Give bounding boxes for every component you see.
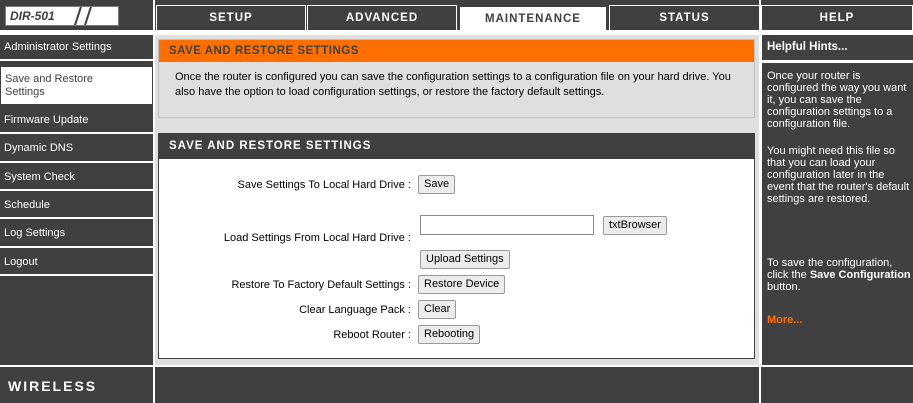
sidebar-item-log-settings[interactable]: Log Settings xyxy=(0,221,153,248)
clear-button[interactable]: Clear xyxy=(418,300,457,319)
config-file-input[interactable] xyxy=(420,215,594,235)
model-name: DIR-501 xyxy=(10,9,55,23)
sidebar: Administrator Settings Save and Restore … xyxy=(0,35,153,365)
settings-title: SAVE AND RESTORE SETTINGS xyxy=(159,134,754,159)
restore-defaults-label: Restore To Factory Default Settings : xyxy=(231,279,411,291)
tab-maintenance[interactable]: MAINTENANCE xyxy=(458,5,608,30)
sidebar-item-system-check[interactable]: System Check xyxy=(0,165,153,191)
tab-status[interactable]: STATUS xyxy=(609,5,760,30)
help-paragraph: To save the configuration, click the Sav… xyxy=(767,257,911,293)
sidebar-item-label: Logout xyxy=(4,255,38,268)
logo-slash-icon xyxy=(81,7,93,25)
upload-settings-button[interactable]: Upload Settings xyxy=(420,250,510,269)
sidebar-item-firmware-update[interactable]: Firmware Update xyxy=(0,108,153,134)
tab-advanced[interactable]: ADVANCED xyxy=(307,5,457,30)
settings-panel: SAVE AND RESTORE SETTINGS Save Settings … xyxy=(158,133,755,359)
sidebar-item-schedule[interactable]: Schedule xyxy=(0,193,153,219)
sidebar-item-label: Firmware Update xyxy=(4,113,89,126)
save-button[interactable]: Save xyxy=(418,175,456,194)
tab-help[interactable]: HELP xyxy=(761,5,913,30)
browse-button[interactable]: txtBrowser xyxy=(603,216,667,235)
save-settings-label: Save Settings To Local Hard Drive : xyxy=(237,179,411,191)
sidebar-item-label: Log Settings xyxy=(4,227,66,239)
column-divider xyxy=(153,0,155,403)
help-paragraph: You might need this file so that you can… xyxy=(767,145,910,205)
restore-device-button[interactable]: Restore Device xyxy=(418,275,506,294)
sidebar-item-label: Dynamic DNS xyxy=(4,142,74,154)
help-panel: Helpful Hints... Once your router is con… xyxy=(762,35,913,365)
main-content: SAVE AND RESTORE SETTINGS Once the route… xyxy=(155,35,759,365)
reboot-router-label: Reboot Router : xyxy=(333,329,411,341)
logo-slash-icon xyxy=(71,7,83,25)
intro-text: Once the router is configured you can sa… xyxy=(175,71,731,98)
intro-title: SAVE AND RESTORE SETTINGS xyxy=(159,40,754,62)
sidebar-item-label: Save and Restore Settings xyxy=(5,72,94,98)
sidebar-item-logout[interactable]: Logout xyxy=(0,250,153,276)
sidebar-item-label: System Check xyxy=(4,170,75,183)
sidebar-item-administrator-settings[interactable]: Administrator Settings xyxy=(0,35,153,61)
model-logo: DIR-501 xyxy=(5,6,119,26)
load-settings-label: Load Settings From Local Hard Drive : xyxy=(223,232,411,244)
tab-setup[interactable]: SETUP xyxy=(156,5,306,30)
help-more-link[interactable]: More... xyxy=(767,314,802,326)
reboot-button[interactable]: Rebooting xyxy=(418,325,481,344)
wireless-brand: WIRELESS xyxy=(8,378,98,394)
help-divider xyxy=(762,60,913,63)
clear-language-label: Clear Language Pack : xyxy=(299,304,411,316)
help-paragraph: Once your router is configured the way y… xyxy=(767,70,907,130)
column-divider xyxy=(759,0,761,403)
sidebar-item-label: Administrator Settings xyxy=(4,40,112,53)
sidebar-item-save-and-restore[interactable]: Save and Restore Settings xyxy=(0,66,153,105)
help-title: Helpful Hints... xyxy=(767,41,848,53)
footer-bar: WIRELESS xyxy=(0,367,913,403)
help-text: button. xyxy=(767,281,801,293)
help-bold-text: Save Configuration xyxy=(809,269,911,281)
sidebar-item-dynamic-dns[interactable]: Dynamic DNS xyxy=(0,136,153,163)
intro-panel: SAVE AND RESTORE SETTINGS Once the route… xyxy=(158,39,755,118)
sidebar-item-label: Schedule xyxy=(4,198,50,211)
